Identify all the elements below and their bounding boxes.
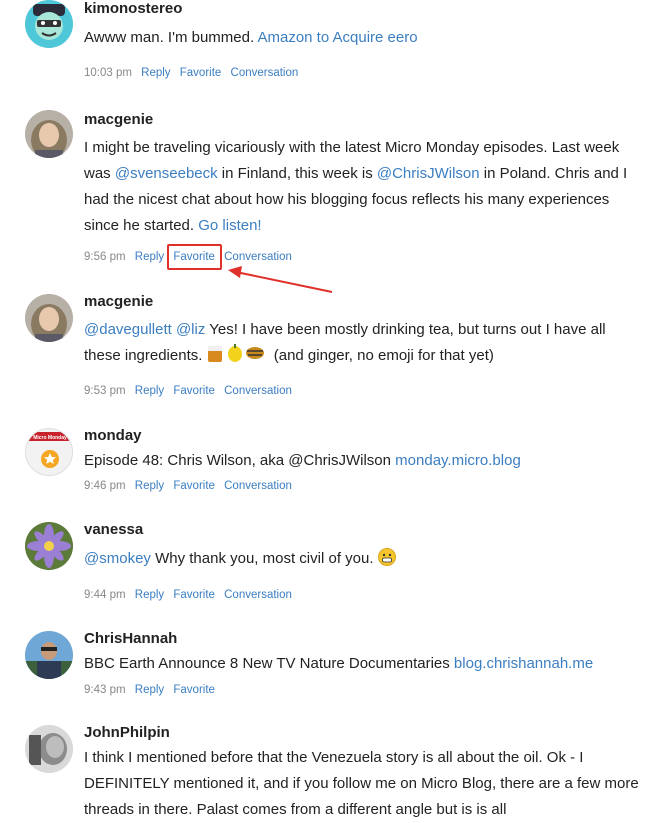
- username[interactable]: macgenie: [84, 292, 153, 312]
- favorite-highlight-box: [167, 244, 222, 270]
- username[interactable]: macgenie: [84, 110, 153, 130]
- post-meta: 10:03 pm Reply Favorite Conversation: [84, 65, 304, 81]
- username[interactable]: ChrisHannah: [84, 629, 177, 649]
- avatar[interactable]: [25, 294, 73, 342]
- reply-link[interactable]: Reply: [135, 587, 164, 603]
- post-link[interactable]: @svenseebeck: [115, 165, 218, 182]
- arrow-annotation-icon: [228, 266, 333, 293]
- post-time: 9:53 pm: [84, 385, 126, 397]
- avatar[interactable]: [25, 725, 73, 773]
- post-time: 9:46 pm: [84, 480, 126, 492]
- username[interactable]: monday: [84, 426, 142, 446]
- favorite-link[interactable]: Favorite: [180, 65, 222, 81]
- reply-link[interactable]: Reply: [141, 65, 170, 81]
- username[interactable]: vanessa: [84, 520, 143, 540]
- conversation-link[interactable]: Conversation: [224, 383, 292, 399]
- post-link[interactable]: Go listen!: [198, 217, 261, 234]
- post-text: Episode 48: Chris Wilson, aka @ChrisJWil…: [84, 448, 644, 474]
- post-text: BBC Earth Announce 8 New TV Nature Docum…: [84, 651, 644, 677]
- avatar-chrishannah-icon: [25, 631, 73, 679]
- avatar-macgenie-icon: [25, 110, 73, 158]
- avatar-monday-icon: Micro Monday: [26, 429, 72, 475]
- post-link[interactable]: Amazon to Acquire eero: [257, 29, 417, 46]
- post-text: Awww man. I'm bummed. Amazon to Acquire …: [84, 25, 644, 51]
- avatar[interactable]: Micro Monday: [25, 428, 73, 476]
- post-text-segment: Episode 48: Chris Wilson, aka @ChrisJWil…: [84, 452, 396, 469]
- avatar[interactable]: [25, 0, 73, 48]
- post-text-segment: I think I mentioned before that the Vene…: [84, 749, 639, 818]
- reply-link[interactable]: Reply: [135, 383, 164, 399]
- post-text: @smokey Why thank you, most civil of you…: [84, 546, 644, 575]
- post-meta: 9:44 pm Reply Favorite Conversation: [84, 587, 298, 603]
- favorite-link[interactable]: Favorite: [173, 383, 215, 399]
- post-text-segment: BBC Earth Announce 8 New TV Nature Docum…: [84, 655, 454, 672]
- post-text-segment: in Finland, this week is: [217, 165, 377, 182]
- reply-link[interactable]: Reply: [135, 682, 164, 698]
- post-text: I think I mentioned before that the Vene…: [84, 745, 644, 823]
- favorite-link[interactable]: Favorite: [173, 587, 215, 603]
- monday-avatar-label: Micro Monday: [33, 435, 67, 441]
- post-text-segment: (and ginger, no emoji for that yet): [269, 347, 494, 364]
- post-link[interactable]: @liz: [176, 321, 205, 338]
- post-time: 9:44 pm: [84, 589, 126, 601]
- post-time: 9:43 pm: [84, 684, 126, 696]
- post-link[interactable]: @smokey: [84, 550, 151, 567]
- username[interactable]: JohnPhilpin: [84, 723, 170, 743]
- favorite-link[interactable]: Favorite: [173, 478, 215, 494]
- post-text-segment: Awww man. I'm bummed.: [84, 29, 258, 46]
- conversation-link[interactable]: Conversation: [231, 65, 299, 81]
- post-link[interactable]: monday.micro.blog: [395, 452, 521, 469]
- reply-link[interactable]: Reply: [135, 478, 164, 494]
- drink-emoji-icon: [207, 343, 269, 372]
- post-link[interactable]: blog.chrishannah.me: [454, 655, 593, 672]
- reply-link[interactable]: Reply: [135, 249, 164, 265]
- favorite-link[interactable]: Favorite: [173, 682, 215, 698]
- post-link[interactable]: @davegullett: [84, 321, 172, 338]
- avatar[interactable]: [25, 522, 73, 570]
- post-meta: 9:53 pm Reply Favorite Conversation: [84, 383, 298, 399]
- grinning-face-icon: [377, 548, 396, 575]
- username[interactable]: kimonostereo: [84, 0, 182, 19]
- avatar-kimonostereo-icon: [25, 0, 73, 48]
- post-text: @davegullett @liz Yes! I have been mostl…: [84, 317, 644, 372]
- post-link[interactable]: @ChrisJWilson: [377, 165, 480, 182]
- post-text-segment: Why thank you, most civil of you.: [150, 550, 378, 567]
- avatar-macgenie-icon: [25, 294, 73, 342]
- conversation-link[interactable]: Conversation: [224, 478, 292, 494]
- conversation-link[interactable]: Conversation: [224, 587, 292, 603]
- avatar-johnphilpin-icon: [25, 725, 73, 773]
- post-meta: 9:46 pm Reply Favorite Conversation: [84, 478, 298, 494]
- post-time: 10:03 pm: [84, 67, 132, 79]
- post-meta: 9:43 pm Reply Favorite: [84, 682, 221, 698]
- avatar-vanessa-icon: [25, 522, 73, 570]
- avatar[interactable]: [25, 110, 73, 158]
- post-text: I might be traveling vicariously with th…: [84, 135, 644, 239]
- post-time: 9:56 pm: [84, 251, 126, 263]
- avatar[interactable]: [25, 631, 73, 679]
